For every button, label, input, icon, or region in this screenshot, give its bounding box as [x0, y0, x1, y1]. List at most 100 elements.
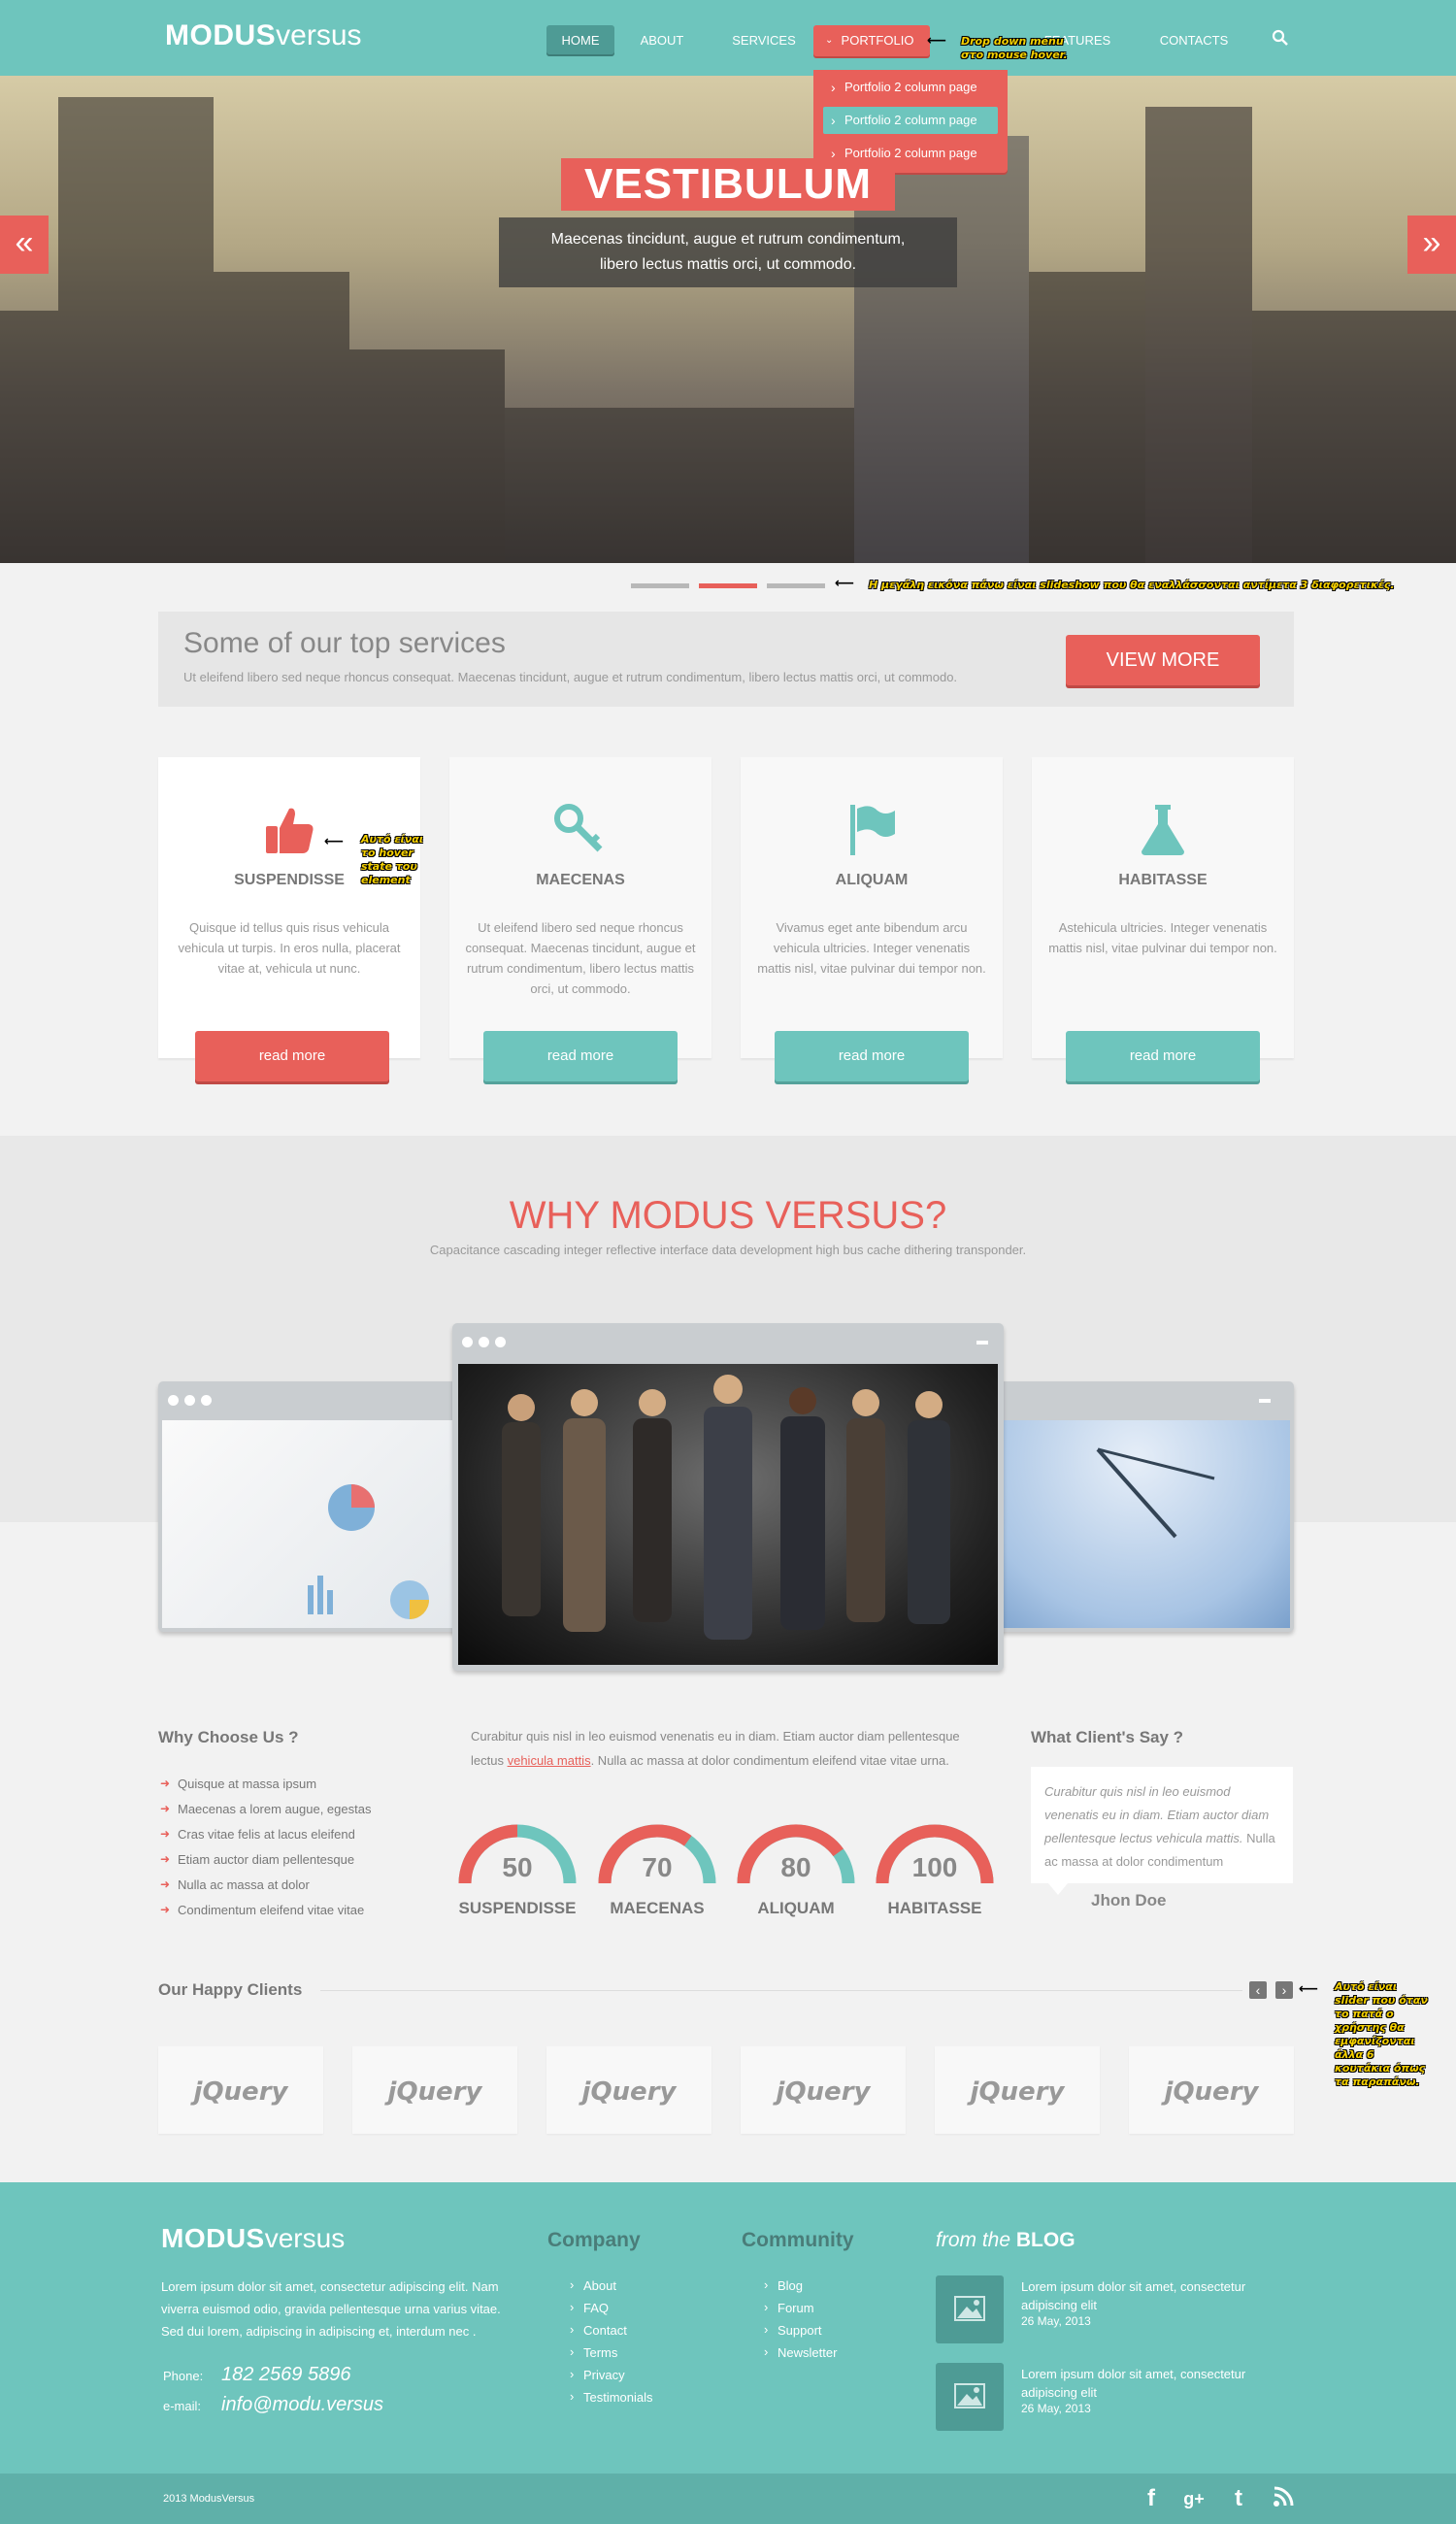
testimonial-box: Curabitur quis nisl in leo euismod venen… [1031, 1767, 1293, 1883]
image-icon [954, 2296, 985, 2321]
stats-intro-link[interactable]: vehicula mattis [508, 1753, 591, 1768]
services-title: Some of our top services [183, 627, 506, 659]
service-card[interactable]: MAECENAS Ut eleifend libero sed neque rh… [449, 757, 711, 1058]
client-logo[interactable]: jQuery [158, 2046, 323, 2134]
footer-link[interactable]: Terms [568, 2344, 653, 2368]
slider-prev-button[interactable]: « [0, 216, 49, 274]
blog-thumbnail[interactable] [936, 2275, 1004, 2343]
flag-icon [843, 801, 901, 859]
logo[interactable]: MODUSversus [165, 19, 362, 52]
hero-building [349, 349, 505, 563]
card-title: MAECENAS [536, 872, 625, 888]
screenshot-window-left [158, 1381, 459, 1632]
search-icon[interactable] [1272, 29, 1291, 49]
stats-intro: Curabitur quis nisl in leo euismod venen… [471, 1724, 985, 1773]
phone-number: 182 2569 5896 [221, 2364, 351, 2385]
clients-prev-button[interactable]: ‹ [1249, 1981, 1267, 1999]
thumbs-up-icon [260, 801, 318, 859]
blog-thumbnail[interactable] [936, 2363, 1004, 2431]
footer-link[interactable]: Blog [762, 2277, 837, 2301]
testimonial-title: What Client's Say ? [1031, 1728, 1184, 1746]
window-dot [495, 1337, 506, 1347]
gauge: 70 MAECENAS [589, 1821, 725, 1928]
service-card[interactable]: ALIQUAM Vivamus eget ante bibendum arcu … [741, 757, 1003, 1058]
footer-link[interactable]: About [568, 2277, 653, 2301]
hero-building [214, 272, 349, 563]
image-icon [954, 2383, 985, 2408]
footer-link[interactable]: Privacy [568, 2367, 653, 2390]
client-logo[interactable]: jQuery [352, 2046, 517, 2134]
card-text: Astehicula ultricies. Integer venenatis … [1048, 920, 1277, 955]
hero-subtitle-line: Maecenas tincidunt, augue et rutrum cond… [550, 231, 906, 248]
screenshot-window-right [997, 1381, 1294, 1632]
list-item: Cras vitae felis at lacus eleifend [160, 1827, 413, 1852]
read-more-button[interactable]: read more [775, 1031, 969, 1081]
hero-building [1145, 107, 1252, 563]
client-logo[interactable]: jQuery [546, 2046, 711, 2134]
dropdown-item[interactable]: Portfolio 2 column page [823, 74, 998, 101]
dropdown-note: Drop down menu στο mouse hover. [961, 35, 1068, 61]
slider-next-button[interactable]: » [1407, 216, 1456, 274]
double-chevron-right-icon: » [1422, 224, 1441, 261]
slide-dot-active[interactable] [699, 583, 757, 588]
gauge-value: 100 [911, 1852, 958, 1882]
blog-title-main: BLOG [1015, 2229, 1075, 2251]
read-more-button[interactable]: read more [483, 1031, 678, 1081]
read-more-button[interactable]: read more [195, 1031, 389, 1081]
gauge-label: SUSPENDISSE [458, 1899, 577, 1917]
footer-link[interactable]: FAQ [568, 2300, 653, 2323]
minimize-icon [976, 1341, 988, 1345]
blog-title-pre: from the [936, 2229, 1011, 2251]
company-links: About FAQ Contact Terms Privacy Testimon… [568, 2277, 653, 2412]
list-item: Etiam auctor diam pellentesque [160, 1852, 413, 1877]
note-arrow: ⟵ [835, 575, 855, 590]
footer-link[interactable]: Testimonials [568, 2389, 653, 2412]
dropdown-item[interactable]: Portfolio 2 column page [823, 107, 998, 134]
footer-link[interactable]: Newsletter [762, 2344, 837, 2368]
footer-logo[interactable]: MODUSversus [161, 2223, 345, 2254]
blog-post-text[interactable]: Lorem ipsum dolor sit amet, consectetur … [1021, 2277, 1274, 2314]
client-logo[interactable]: jQuery [935, 2046, 1100, 2134]
list-item: Maecenas a lorem augue, egestas [160, 1802, 413, 1827]
footer-link[interactable]: Forum [762, 2300, 837, 2323]
footer-link[interactable]: Support [762, 2322, 837, 2345]
slide-dot[interactable] [767, 583, 825, 588]
hero-building [505, 408, 854, 563]
nav-portfolio[interactable]: ⌄ PORTFOLIO [813, 25, 930, 56]
why-subtitle: Capacitance cascading integer reflective… [429, 1243, 1027, 1257]
gauge-label: HABITASSE [887, 1899, 982, 1917]
client-logo[interactable]: jQuery [741, 2046, 906, 2134]
clients-next-button[interactable]: › [1275, 1981, 1293, 1999]
card-title: HABITASSE [1118, 872, 1208, 888]
footer-link[interactable]: Contact [568, 2322, 653, 2345]
blog-post-text[interactable]: Lorem ipsum dolor sit amet, consectetur … [1021, 2365, 1274, 2402]
hero-subtitle: Maecenas tincidunt, augue et rutrum cond… [499, 217, 957, 287]
gauge-value: 50 [502, 1852, 533, 1882]
service-card[interactable]: SUSPENDISSE Quisque id tellus quis risus… [158, 757, 420, 1058]
client-logo-text: jQuery [193, 2077, 288, 2107]
nav-services[interactable]: SERVICES [723, 25, 805, 56]
nav-home[interactable]: HOME [546, 25, 614, 56]
nav-contacts[interactable]: CONTACTS [1155, 25, 1233, 56]
copyright: 2013 ModusVersus [163, 2493, 255, 2505]
email-link[interactable]: info@modu.versus [221, 2394, 383, 2416]
chevron-down-icon: ⌄ [825, 35, 834, 46]
service-card[interactable]: HABITASSE Astehicula ultricies. Integer … [1032, 757, 1294, 1058]
rss-icon[interactable] [1270, 2485, 1297, 2512]
slide-dot[interactable] [631, 583, 689, 588]
facebook-icon[interactable]: f [1138, 2485, 1165, 2512]
client-logo[interactable]: jQuery [1129, 2046, 1294, 2134]
key-icon [551, 801, 610, 859]
google-plus-icon[interactable]: g+ [1180, 2485, 1208, 2512]
business-charts-image [162, 1420, 455, 1628]
client-logo-text: jQuery [581, 2077, 677, 2107]
gauge: 100 HABITASSE [867, 1821, 1003, 1928]
blog-post-date: 26 May, 2013 [1021, 2314, 1091, 2328]
why-title: WHY MODUS VERSUS? [509, 1194, 947, 1237]
testimonial-quote: Curabitur quis nisl in leo euismod venen… [1044, 1784, 1270, 1845]
gauge-label: MAECENAS [610, 1899, 705, 1917]
nav-about[interactable]: ABOUT [631, 25, 693, 56]
tumblr-icon[interactable]: t [1225, 2485, 1252, 2512]
read-more-button[interactable]: read more [1066, 1031, 1260, 1081]
view-more-button[interactable]: VIEW MORE [1066, 635, 1260, 685]
